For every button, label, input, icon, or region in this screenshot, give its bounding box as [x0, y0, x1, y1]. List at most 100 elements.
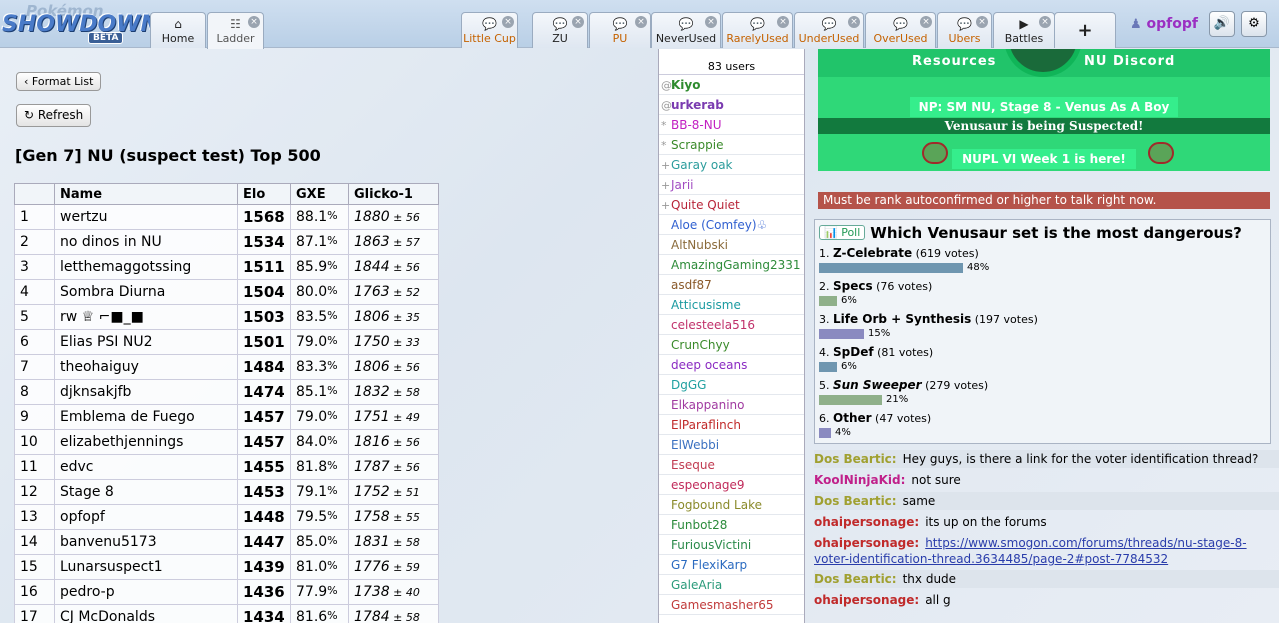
- user-list-item[interactable]: Atticusisme: [659, 295, 804, 315]
- chat-username[interactable]: Dos Beartic:: [814, 452, 897, 466]
- user-list-item[interactable]: G7 FlexiKarp: [659, 555, 804, 575]
- gxe-value: 79.0: [296, 334, 328, 350]
- user-list-item[interactable]: asdf87: [659, 275, 804, 295]
- player-name-cell[interactable]: opfopf: [54, 504, 238, 530]
- glicko-deviation-value: 56: [405, 361, 420, 374]
- close-icon[interactable]: ×: [502, 16, 514, 28]
- tab-ubers[interactable]: 💬 Ubers ×: [937, 12, 992, 48]
- user-list-item[interactable]: ElWebbi: [659, 435, 804, 455]
- refresh-button[interactable]: ↻ Refresh: [16, 104, 92, 127]
- close-icon[interactable]: ×: [848, 16, 860, 28]
- player-name-cell[interactable]: rw ♕ ⌐■_■: [54, 304, 238, 330]
- player-name-cell[interactable]: letthemaggotssing: [54, 254, 238, 280]
- player-name-cell[interactable]: elizabethjennings: [54, 429, 238, 455]
- poll-option[interactable]: 3. Life Orb + Synthesis (197 votes): [819, 312, 1038, 326]
- player-name-cell[interactable]: djknsakjfb: [54, 379, 238, 405]
- gxe-value: 87.1: [296, 234, 328, 250]
- user-list-item[interactable]: * BB-8-NU: [659, 115, 804, 135]
- resources-link[interactable]: Resources: [912, 54, 996, 69]
- close-icon[interactable]: ×: [635, 16, 647, 28]
- showdown-logo[interactable]: Pokémon SHOWDOWN! BETA: [2, 2, 169, 44]
- discord-link[interactable]: NU Discord: [1084, 54, 1175, 69]
- user-list-item[interactable]: * Scrappie: [659, 135, 804, 155]
- tab-rarelyused[interactable]: 💬 RarelyUsed ×: [722, 12, 793, 48]
- tab-label: PU: [612, 32, 628, 45]
- player-name-cell[interactable]: Emblema de Fuego: [54, 404, 238, 430]
- player-name-cell[interactable]: Lunarsuspect1: [54, 554, 238, 580]
- tab-little-cup[interactable]: 💬 Little Cup ×: [461, 12, 518, 48]
- chat-username[interactable]: KoolNinjaKid:: [814, 473, 905, 487]
- tab-pu[interactable]: 💬 PU ×: [589, 12, 651, 48]
- user-list-item[interactable]: AmazingGaming2331: [659, 255, 804, 275]
- close-icon[interactable]: ×: [248, 16, 260, 28]
- tab-neverused[interactable]: 💬 NeverUsed ×: [651, 12, 721, 48]
- user-list-item[interactable]: AltNubski: [659, 235, 804, 255]
- user-list-item[interactable]: deep oceans: [659, 355, 804, 375]
- chat-username[interactable]: ohaipersonage:: [814, 593, 919, 607]
- option-votes: (197 votes): [974, 313, 1038, 326]
- poll-option[interactable]: 4. SpDef (81 votes): [819, 345, 933, 359]
- player-name-cell[interactable]: pedro-p: [54, 579, 238, 605]
- close-icon[interactable]: ×: [920, 16, 932, 28]
- user-name[interactable]: ♟ opfopf: [1130, 16, 1198, 32]
- poll-option[interactable]: 1. Z-Celebrate (619 votes): [819, 246, 979, 260]
- user-list-item[interactable]: celesteela516: [659, 315, 804, 335]
- settings-button[interactable]: ⚙: [1241, 11, 1267, 37]
- tab-battles[interactable]: ▶ Battles ×: [993, 12, 1055, 48]
- player-name-cell[interactable]: banvenu5173: [54, 529, 238, 555]
- poll-option[interactable]: 5. Sun Sweeper (279 votes): [819, 378, 988, 392]
- user-list-item[interactable]: DgGG: [659, 375, 804, 395]
- player-name-cell[interactable]: edvc: [54, 454, 238, 480]
- user-list-item[interactable]: Elkappanino: [659, 395, 804, 415]
- chat-username[interactable]: Dos Beartic:: [814, 494, 897, 508]
- user-list-item[interactable]: FuriousVictini: [659, 535, 804, 555]
- user-list-item[interactable]: ElParaflinch: [659, 415, 804, 435]
- poll-option[interactable]: 2. Specs (76 votes): [819, 279, 932, 293]
- home-icon: ⌂: [174, 17, 182, 31]
- chat-username[interactable]: ohaipersonage:: [814, 515, 919, 529]
- user-list-item[interactable]: +Garay oak: [659, 155, 804, 175]
- player-name-cell[interactable]: CJ McDonalds: [54, 604, 238, 623]
- nupl-link[interactable]: NUPL VI Week 1 is here!: [952, 149, 1136, 169]
- sound-button[interactable]: 🔊: [1209, 11, 1235, 37]
- player-name-cell[interactable]: wertzu: [54, 204, 238, 230]
- chat-username[interactable]: Dos Beartic:: [814, 572, 897, 586]
- user-list-item[interactable]: +Quite Quiet: [659, 195, 804, 215]
- player-name-cell[interactable]: Sombra Diurna: [54, 279, 238, 305]
- user-list-item[interactable]: espeonage9: [659, 475, 804, 495]
- tab-zu[interactable]: 💬 ZU ×: [532, 12, 588, 48]
- gxe-percent-sign: %: [327, 309, 338, 322]
- close-icon[interactable]: ×: [705, 16, 717, 28]
- user-list-item[interactable]: Funbot28: [659, 515, 804, 535]
- chat-username[interactable]: ohaipersonage:: [814, 536, 919, 550]
- tab-home[interactable]: ⌂ Home: [150, 12, 206, 48]
- user-list-item[interactable]: CrunChyy: [659, 335, 804, 355]
- poll-option[interactable]: 6. Other (47 votes): [819, 411, 931, 425]
- close-icon[interactable]: ×: [1039, 16, 1051, 28]
- user-list-item[interactable]: Fogbound Lake: [659, 495, 804, 515]
- ladder-title: [Gen 7] NU (suspect test) Top 500: [15, 146, 321, 165]
- user-list-item[interactable]: @urkerab: [659, 95, 804, 115]
- user-list-item[interactable]: Aloe (Comfey)♧: [659, 215, 804, 235]
- player-name-cell[interactable]: no dinos in NU: [54, 229, 238, 255]
- user-list-item[interactable]: @Kiyo: [659, 75, 804, 95]
- player-name-cell[interactable]: Stage 8: [54, 479, 238, 505]
- rank-cell: 4: [14, 279, 55, 305]
- user-list-item[interactable]: Eseque: [659, 455, 804, 475]
- close-icon[interactable]: ×: [976, 16, 988, 28]
- user-list-item[interactable]: GaleAria: [659, 575, 804, 595]
- tab-ladder[interactable]: ☷ Ladder ×: [207, 12, 264, 49]
- tab-overused[interactable]: 💬 OverUsed ×: [865, 12, 936, 48]
- tab-underused[interactable]: 💬 UnderUsed ×: [794, 12, 864, 48]
- poll-icon: 📊: [824, 226, 838, 239]
- user-rank-symbol: +: [661, 159, 671, 172]
- close-icon[interactable]: ×: [777, 16, 789, 28]
- player-name-cell[interactable]: theohaiguy: [54, 354, 238, 380]
- tab--[interactable]: +: [1054, 12, 1116, 48]
- format-list-button[interactable]: ‹ Format List: [16, 72, 102, 91]
- close-icon[interactable]: ×: [572, 16, 584, 28]
- player-name-cell[interactable]: Elias PSI NU2: [54, 329, 238, 355]
- user-list-item[interactable]: Gamesmasher65: [659, 595, 804, 615]
- gxe-value: 81.6: [296, 609, 328, 623]
- user-list-item[interactable]: +Jarii: [659, 175, 804, 195]
